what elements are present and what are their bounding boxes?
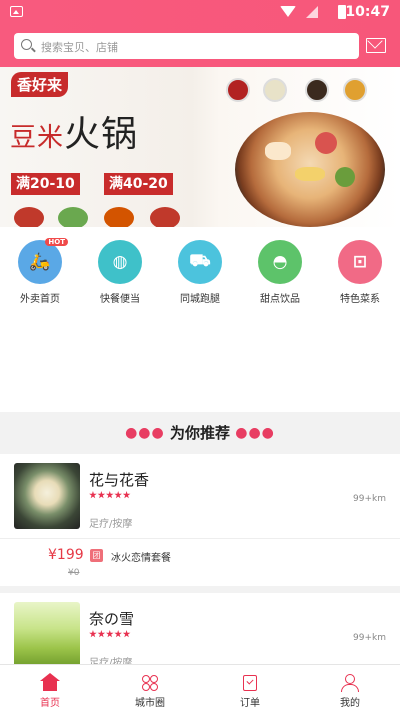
category-label: 特色菜系 bbox=[340, 294, 380, 305]
clipboard-icon bbox=[241, 674, 259, 692]
watermelon-icon: ◓ bbox=[258, 240, 302, 284]
banner-bowls-image bbox=[0, 207, 200, 227]
banner-promo-1: 满20-10 bbox=[11, 173, 80, 195]
pot-icon: ⊡ bbox=[338, 240, 382, 284]
group-deal-row[interactable]: ¥199 ¥0 团 冰火恋情套餐 bbox=[0, 538, 400, 586]
truck-icon: ⛟ bbox=[178, 240, 222, 284]
store-type: 足疗/按摩 bbox=[89, 519, 133, 530]
store-distance: 99+km bbox=[353, 633, 386, 643]
banner-promo-2: 满40-20 bbox=[104, 173, 173, 195]
tab-orders[interactable]: 订单 bbox=[200, 665, 300, 711]
category-label: 外卖首页 bbox=[20, 294, 60, 305]
deal-original-price: ¥0 bbox=[68, 568, 80, 578]
category-special-cuisine[interactable]: ⊡ 特色菜系 bbox=[320, 240, 400, 305]
category-dessert-drinks[interactable]: ◓ 甜点饮品 bbox=[240, 240, 320, 305]
category-errand[interactable]: ⛟ 同城跑腿 bbox=[160, 240, 240, 305]
cellular-signal-icon bbox=[306, 6, 318, 18]
category-label: 快餐便当 bbox=[100, 294, 140, 305]
category-fast-food[interactable]: ◍ 快餐便当 bbox=[80, 240, 160, 305]
tab-label: 首页 bbox=[40, 698, 60, 709]
user-icon bbox=[341, 674, 359, 692]
store-card[interactable]: 花与花香 99+km 足疗/按摩 bbox=[0, 454, 400, 538]
star-rating bbox=[89, 491, 131, 502]
store-thumbnail bbox=[14, 463, 80, 529]
home-icon bbox=[40, 673, 60, 692]
tab-label: 订单 bbox=[240, 698, 260, 709]
flower-icon bbox=[141, 674, 159, 692]
tab-mine[interactable]: 我的 bbox=[300, 665, 400, 711]
store-card[interactable]: 奈の雪 99+km 足疗/按摩 bbox=[0, 593, 400, 669]
banner-title: 豆米火锅 bbox=[10, 114, 139, 155]
status-bar: 10:47 bbox=[0, 0, 400, 24]
top-header: 10:47 搜索宝贝、店铺 bbox=[0, 0, 400, 67]
deal-price: ¥199 bbox=[48, 547, 84, 563]
star-rating bbox=[89, 630, 131, 641]
store-name: 奈の雪 bbox=[89, 610, 135, 628]
group-buy-tag: 团 bbox=[90, 549, 103, 562]
tab-city-circle[interactable]: 城市圈 bbox=[100, 665, 200, 711]
tab-label: 我的 bbox=[340, 698, 360, 709]
category-label: 同城跑腿 bbox=[180, 294, 220, 305]
search-icon bbox=[21, 39, 32, 50]
section-title: 为你推荐 bbox=[169, 424, 230, 442]
banner-brand: 香好来 bbox=[11, 72, 69, 97]
category-takeout-home[interactable]: 🛵 HOT 外卖首页 bbox=[0, 238, 80, 305]
category-grid: 🛵 HOT 外卖首页 ◍ 快餐便当 ⛟ 同城跑腿 ◓ 甜点饮品 ⊡ 特色菜系 bbox=[0, 227, 400, 412]
app-screen: 10:47 搜索宝贝、店铺 香好来 豆米火锅 满20-10 满40-20 🛵 H… bbox=[0, 0, 400, 711]
hot-badge: HOT bbox=[45, 238, 68, 246]
store-thumbnail bbox=[14, 602, 80, 668]
wifi-icon bbox=[280, 6, 296, 17]
deal-name: 冰火恋情套餐 bbox=[111, 553, 171, 564]
decorative-dots-left: ●●● bbox=[125, 425, 165, 441]
search-input[interactable]: 搜索宝贝、店铺 bbox=[14, 33, 359, 59]
promo-banner[interactable]: 香好来 豆米火锅 满20-10 满40-20 bbox=[0, 67, 400, 227]
category-label: 甜点饮品 bbox=[260, 294, 300, 305]
decorative-dots-right: ●●● bbox=[235, 425, 275, 441]
tab-home[interactable]: 首页 bbox=[0, 665, 100, 711]
store-name: 花与花香 bbox=[89, 471, 150, 489]
recommend-section-header: ●●● 为你推荐 ●●● bbox=[0, 412, 400, 454]
tab-label: 城市圈 bbox=[135, 698, 165, 709]
bottom-tab-bar: 首页 城市圈 订单 我的 bbox=[0, 664, 400, 711]
scooter-icon: 🛵 HOT bbox=[18, 238, 68, 284]
lunchbox-icon: ◍ bbox=[98, 240, 142, 284]
status-time: 10:47 bbox=[345, 4, 390, 20]
store-distance: 99+km bbox=[353, 494, 386, 504]
message-envelope-icon[interactable] bbox=[366, 38, 386, 53]
image-notification-icon bbox=[10, 6, 23, 17]
search-placeholder: 搜索宝贝、店铺 bbox=[41, 41, 118, 54]
hotpot-image bbox=[235, 112, 385, 227]
